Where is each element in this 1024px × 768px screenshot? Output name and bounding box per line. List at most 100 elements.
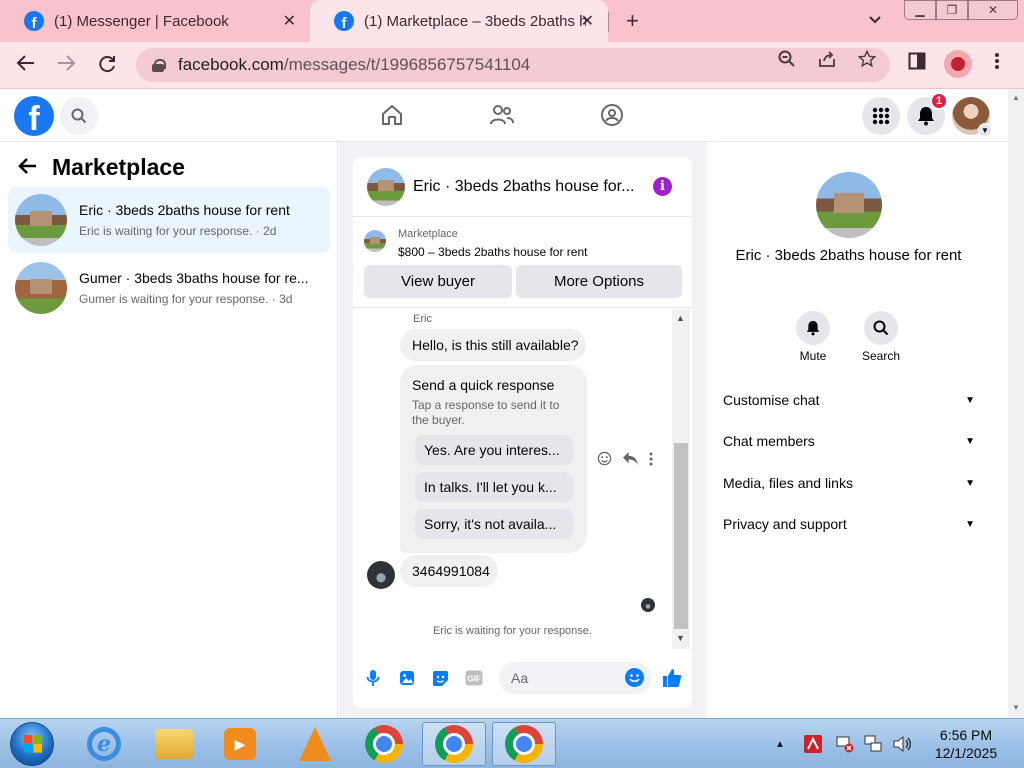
read-receipt-avatar	[641, 598, 655, 612]
zoom-icon[interactable]	[778, 50, 796, 73]
emoji-icon[interactable]	[625, 668, 644, 687]
browser-toolbar: facebook.com/messages/t/1996856757541104	[0, 42, 1024, 89]
windows-taskbar: e ▶ ▲ 6:56 PM 12/1/2025	[0, 718, 1024, 768]
section-media-files-links[interactable]: Media, files and links ▼	[723, 475, 975, 491]
search-label: Search	[861, 349, 901, 363]
start-button[interactable]	[10, 722, 54, 766]
close-tab-icon[interactable]: ✕	[283, 11, 296, 31]
minimize-icon[interactable]: ▁	[904, 0, 936, 20]
search-icon[interactable]	[60, 97, 98, 135]
search-button[interactable]	[864, 311, 898, 345]
listing-thumbnail	[367, 167, 405, 206]
microphone-icon[interactable]	[364, 669, 382, 687]
info-icon[interactable]: i	[653, 177, 672, 196]
svg-text:GIF: GIF	[467, 675, 480, 684]
facebook-header: f	[0, 89, 1008, 142]
message-bubble: Hello, is this still available?	[400, 329, 586, 361]
tab-search-chevron-icon[interactable]	[868, 12, 882, 28]
window-close-icon[interactable]: ✕	[968, 0, 1018, 20]
browser-profile-icon[interactable]	[944, 50, 972, 78]
quick-reply-button[interactable]: In talks. I'll let you k...	[415, 472, 573, 502]
clock-time: 6:56 PM	[939, 727, 993, 743]
mute-label: Mute	[799, 349, 827, 363]
tab-messenger[interactable]: f (1) Messenger | Facebook ✕	[0, 0, 310, 42]
scroll-down-icon[interactable]: ▼	[1012, 703, 1020, 712]
home-icon[interactable]	[378, 101, 406, 129]
scroll-down-icon[interactable]: ▼	[676, 633, 685, 643]
network-error-icon[interactable]	[836, 735, 854, 756]
show-hidden-icons[interactable]: ▲	[775, 739, 785, 750]
taskbar-chrome-window-2[interactable]	[492, 722, 556, 766]
volume-icon[interactable]	[892, 735, 912, 756]
tab-separator	[608, 12, 609, 32]
thumbs-up-icon[interactable]	[661, 667, 683, 689]
back-arrow-icon[interactable]	[18, 155, 38, 181]
scroll-thumb[interactable]	[674, 443, 688, 629]
section-label: Chat members	[723, 433, 815, 449]
chevron-down-icon: ▼	[965, 477, 975, 489]
menu-grid-icon[interactable]	[862, 97, 900, 135]
back-icon[interactable]	[16, 54, 36, 78]
message-composer: GIF	[353, 657, 692, 701]
chrome-icon	[505, 725, 543, 763]
waiting-status: Eric is waiting for your response.	[433, 625, 592, 637]
marketplace-inbox: Marketplace Eric · 3beds 2baths house fo…	[0, 142, 338, 718]
friends-icon[interactable]	[488, 101, 516, 129]
section-customise-chat[interactable]: Customise chat ▼	[723, 392, 975, 408]
side-panel-icon[interactable]	[908, 52, 926, 75]
restore-icon[interactable]: ❐	[936, 0, 968, 20]
network-icon[interactable]	[864, 735, 882, 756]
photo-icon[interactable]	[398, 669, 416, 687]
quick-reply-button[interactable]: Yes. Are you interes...	[415, 435, 573, 465]
listing-price[interactable]: $800 – 3beds 2baths house for rent	[398, 245, 587, 259]
scroll-up-icon[interactable]: ▲	[1012, 93, 1020, 102]
message-bubble: 3464991084	[400, 555, 498, 587]
close-tab-icon[interactable]: ✕	[581, 11, 594, 31]
facebook-logo[interactable]: f	[14, 96, 54, 136]
more-actions-icon[interactable]	[649, 452, 653, 470]
conversation-status: Gumer is waiting for your response. · 3d	[79, 292, 293, 306]
antivirus-tray-icon[interactable]	[804, 735, 822, 756]
new-tab-button[interactable]: +	[626, 8, 639, 34]
chrome-icon	[435, 725, 473, 763]
sticker-icon[interactable]	[431, 669, 449, 687]
url-path: /messages/t/1996856757541104	[283, 55, 531, 74]
bookmark-star-icon[interactable]	[857, 49, 877, 73]
tab-title: (1) Marketplace – 3beds 2baths h	[364, 12, 586, 30]
mute-button[interactable]	[796, 311, 830, 345]
gif-icon[interactable]: GIF	[465, 669, 483, 687]
react-emoji-icon[interactable]	[597, 451, 612, 470]
share-icon[interactable]	[818, 50, 836, 73]
groups-icon[interactable]	[598, 101, 626, 129]
address-bar[interactable]: facebook.com/messages/t/1996856757541104	[136, 48, 890, 82]
taskbar-media-player[interactable]: ▶	[208, 722, 272, 766]
menu-kebab-icon[interactable]	[994, 52, 1000, 75]
more-options-button[interactable]: More Options	[516, 265, 682, 298]
clock-date: 12/1/2025	[934, 745, 998, 761]
reply-icon[interactable]	[622, 451, 639, 470]
quick-reply-button[interactable]: Sorry, it's not availa...	[415, 509, 573, 539]
taskbar-chrome-window-1[interactable]	[422, 722, 486, 766]
page-title: Marketplace	[52, 154, 185, 180]
chat-scrollbar[interactable]: ▲ ▼	[672, 309, 690, 649]
section-chat-members[interactable]: Chat members ▼	[723, 433, 975, 449]
chat-header[interactable]: Eric · 3beds 2baths house for...	[353, 157, 692, 217]
system-clock[interactable]: 6:56 PM 12/1/2025	[928, 726, 1004, 762]
scroll-up-icon[interactable]: ▲	[676, 313, 685, 323]
conversation-item[interactable]: Gumer · 3beds 3baths house for re... Gum…	[8, 255, 330, 321]
tab-marketplace[interactable]: f (1) Marketplace – 3beds 2baths h ✕	[310, 0, 608, 42]
section-privacy-support[interactable]: Privacy and support ▼	[723, 516, 975, 532]
view-buyer-button[interactable]: View buyer	[364, 265, 512, 298]
forward-icon[interactable]	[56, 54, 76, 78]
taskbar-file-explorer[interactable]	[142, 722, 206, 766]
quick-response-title: Send a quick response	[412, 377, 555, 393]
taskbar-chrome[interactable]	[352, 722, 416, 766]
lock-icon[interactable]	[152, 58, 166, 72]
taskbar-vlc[interactable]	[283, 722, 347, 766]
taskbar-internet-explorer[interactable]: e	[72, 722, 136, 766]
account-avatar[interactable]: ▼	[952, 97, 992, 137]
conversation-item[interactable]: Eric · 3beds 2baths house for rent Eric …	[8, 187, 330, 253]
reload-icon[interactable]	[97, 54, 117, 80]
chevron-down-icon: ▼	[978, 123, 992, 137]
page-scrollbar[interactable]: ▲ ▼	[1008, 89, 1024, 718]
